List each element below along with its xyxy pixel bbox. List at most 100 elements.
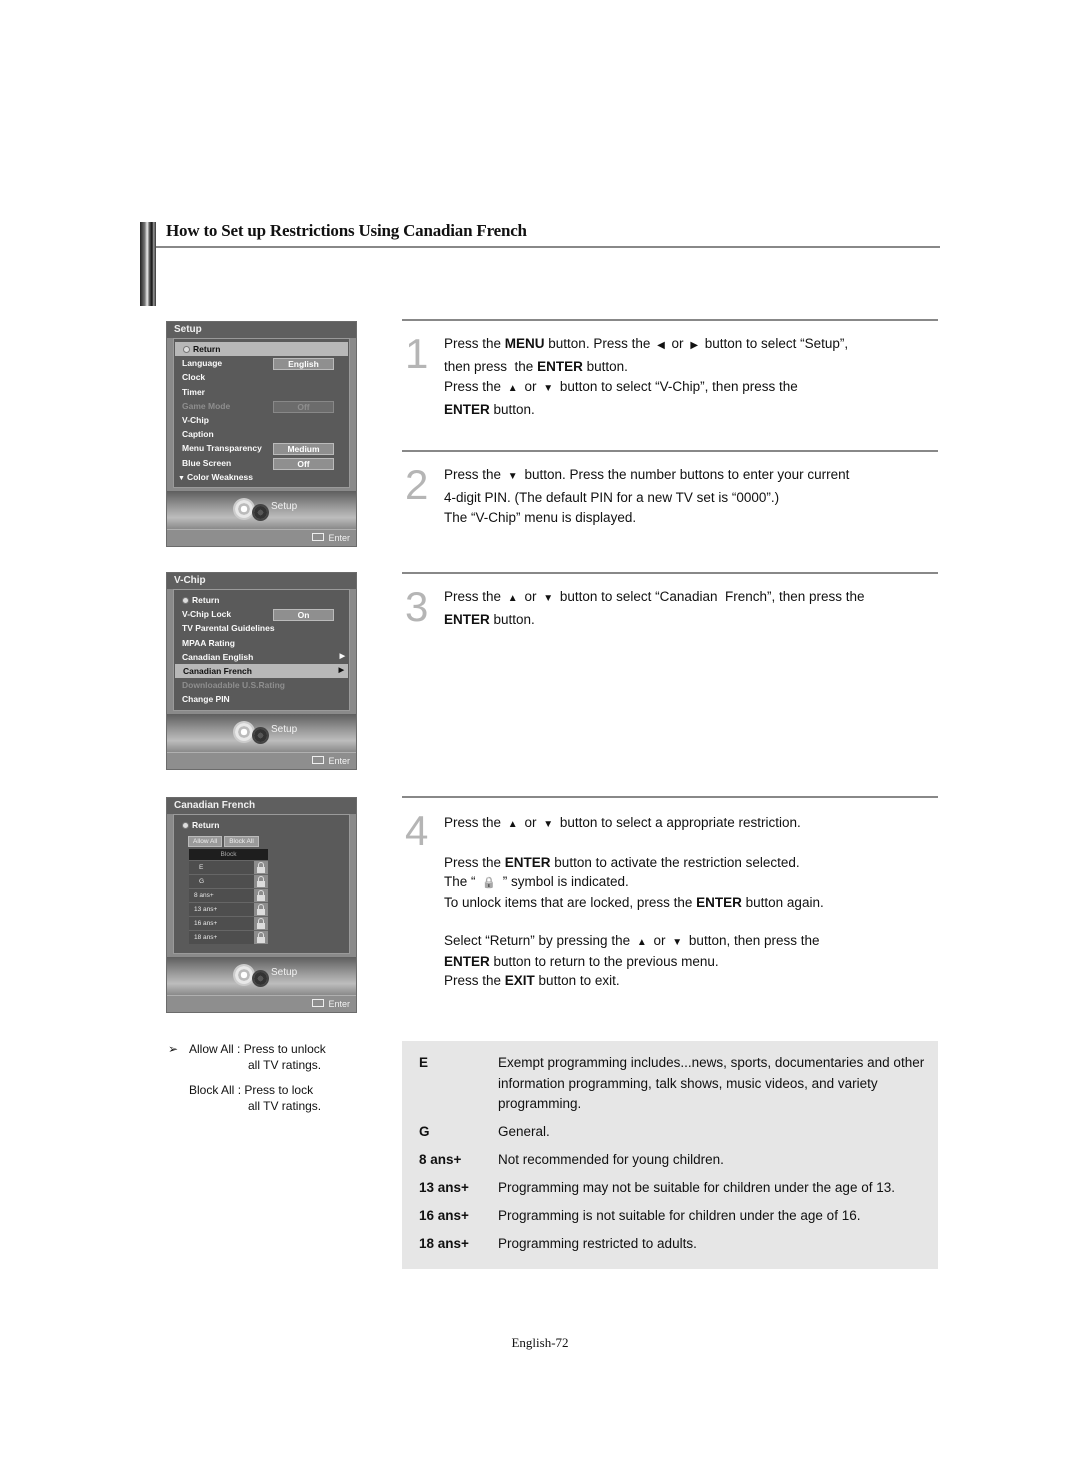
step-rule bbox=[402, 572, 938, 574]
step-line: Select “Return” by pressing the ▲ or ▼ b… bbox=[444, 931, 824, 952]
step-text-segment: button. Press the bbox=[544, 336, 655, 351]
step-line: Press the ENTER button to activate the r… bbox=[444, 853, 824, 872]
step-text-segment: The “ bbox=[444, 874, 480, 889]
allow-block-note: ➢ Allow All : Press to unlock all TV rati… bbox=[168, 1041, 326, 1114]
step-text-segment: 4-digit PIN. (The default PIN for a new … bbox=[444, 489, 780, 505]
menu-item: Downloadable U.S.Rating bbox=[174, 678, 349, 692]
step-2: 2 Press the ▼ button. Press the number b… bbox=[402, 450, 938, 570]
step-line: Press the ▲ or ▼ button to select “V-Chi… bbox=[444, 377, 848, 400]
step-rule bbox=[402, 319, 938, 321]
cf-rating-row: E bbox=[189, 860, 268, 875]
menu-item: V-Chip bbox=[174, 413, 349, 427]
button-name: MENU bbox=[504, 336, 545, 351]
menu-item-value: On bbox=[273, 609, 334, 622]
step-line bbox=[444, 834, 824, 853]
menu-item: Return bbox=[175, 342, 348, 357]
menu-item-label: Return bbox=[192, 595, 220, 605]
return-label: Return bbox=[192, 820, 220, 830]
rating-description: Programming is not suitable for children… bbox=[498, 1208, 861, 1223]
down-arrow-icon: ▼ bbox=[543, 593, 554, 604]
note-item: ➢ Allow All : Press to unlock bbox=[168, 1042, 326, 1056]
note-arrow-icon: ➢ bbox=[168, 1042, 179, 1056]
step-text-segment: The “V-Chip” menu is displayed. bbox=[444, 510, 637, 525]
step-text-segment: Press the bbox=[444, 467, 505, 482]
section-title-rule bbox=[156, 246, 940, 248]
rating-code: 8 ans+ bbox=[419, 1152, 462, 1167]
button-name: EXIT bbox=[504, 973, 535, 988]
canadian-french-menu-screenshot: Canadian French Return Allow All Block Al… bbox=[166, 797, 357, 1013]
button-name: ENTER bbox=[696, 895, 742, 910]
gear-icon bbox=[254, 728, 267, 742]
up-arrow-icon: ▲ bbox=[507, 593, 518, 604]
menu-item-label: Caption bbox=[182, 429, 214, 440]
cf-rating-label: 18 ans+ bbox=[194, 934, 218, 942]
menu-item-label: V-Chip Lock bbox=[182, 609, 232, 620]
menu-item-label: Color Weakness bbox=[186, 471, 253, 482]
step-text-segment: button to select a appropriate restricti… bbox=[556, 815, 801, 830]
step-text: Press the ▲ or ▼ button to select “Canad… bbox=[444, 587, 865, 630]
cf-rating-label: G bbox=[199, 878, 205, 886]
page-number: English-72 bbox=[511, 1335, 569, 1350]
menu-item-value: Off bbox=[273, 400, 334, 413]
rating-code: 16 ans+ bbox=[419, 1208, 469, 1223]
lock-icon bbox=[254, 889, 268, 903]
menu-item-label: V-Chip bbox=[182, 414, 209, 425]
step-rule bbox=[402, 450, 938, 452]
cf-menu-body: Return Allow All Block All Block EG 8 ans+… bbox=[173, 814, 350, 954]
note-desc-cont: all TV ratings. bbox=[248, 1099, 322, 1113]
step-text-segment: or bbox=[649, 933, 670, 948]
menu-item-value: Off bbox=[273, 457, 334, 470]
button-name: ENTER bbox=[504, 855, 551, 870]
enter-icon bbox=[312, 755, 325, 764]
step-line: To unlock items that are locked, press t… bbox=[444, 893, 824, 912]
menu-item: ▼ Color Weakness bbox=[174, 470, 349, 484]
menu-item: Clock bbox=[174, 370, 349, 384]
menu-item-label: Canadian English bbox=[182, 651, 254, 662]
enter-label: Enter bbox=[328, 755, 350, 766]
block-all-button: Block All bbox=[224, 836, 259, 848]
gear-icon bbox=[235, 722, 253, 741]
footer-label: Setup bbox=[271, 723, 298, 735]
cf-rating-row: 13 ans+ bbox=[189, 902, 268, 917]
step-line: ENTER button to return to the previous m… bbox=[444, 952, 824, 971]
step-text: Press the MENU button. Press the ◀ or ▶ … bbox=[444, 334, 848, 420]
down-arrow-icon: ▼ bbox=[507, 471, 518, 482]
step-text-segment: or bbox=[520, 589, 541, 604]
rating-description: Programming restricted to adults. bbox=[498, 1236, 697, 1251]
step-text-segment: Press the bbox=[444, 379, 505, 394]
step-text-segment: or bbox=[520, 815, 541, 830]
rating-code: 18 ans+ bbox=[419, 1236, 469, 1251]
right-arrow-icon: ▶ bbox=[690, 340, 699, 351]
setup-menu-title: Setup bbox=[167, 322, 356, 338]
menu-item: Canadian French ▶ bbox=[175, 663, 348, 679]
step-text-segment: then press the bbox=[444, 358, 538, 374]
step-text: Press the ▼ button. Press the number but… bbox=[444, 465, 849, 529]
button-name: ENTER bbox=[444, 401, 490, 417]
lock-icon bbox=[254, 903, 268, 917]
step-rule bbox=[402, 796, 938, 798]
menu-item: Canadian English ▶ bbox=[174, 650, 349, 664]
menu-item-label: Game Mode bbox=[182, 400, 231, 411]
lock-icon bbox=[254, 861, 268, 875]
step-text: Press the ▲ or ▼ button to select a appr… bbox=[444, 813, 824, 990]
step-text-segment: Press the bbox=[444, 855, 505, 870]
lock-icon: 🔒 bbox=[482, 877, 496, 889]
step-line: The “V-Chip” menu is displayed. bbox=[444, 508, 849, 529]
step-number: 1 bbox=[405, 330, 429, 377]
cf-rating-row: 8 ans+ bbox=[189, 888, 268, 903]
rating-description: Exempt programming includes...news, spor… bbox=[498, 1055, 925, 1111]
menu-item: Language English bbox=[174, 356, 349, 371]
step-line: Press the ▲ or ▼ button to select “Canad… bbox=[444, 587, 865, 610]
note-desc: Press to unlock bbox=[243, 1042, 326, 1056]
menu-item: Menu Transparency Medium bbox=[174, 441, 349, 456]
step-text-segment: button. bbox=[489, 611, 535, 627]
rating-description: Programming may not be suitable for chil… bbox=[498, 1180, 895, 1195]
return-icon bbox=[182, 597, 189, 604]
menu-item-label: Downloadable U.S.Rating bbox=[182, 680, 285, 691]
footer-label: Setup bbox=[271, 500, 298, 512]
setup-menu-list: Return Language English Clock Timer Game Mode… bbox=[173, 338, 350, 488]
menu-item-label: MPAA Rating bbox=[182, 637, 235, 648]
menu-item-label: Timer bbox=[182, 386, 205, 397]
cf-grid-header: Block bbox=[189, 849, 268, 861]
gear-icon bbox=[254, 972, 267, 985]
